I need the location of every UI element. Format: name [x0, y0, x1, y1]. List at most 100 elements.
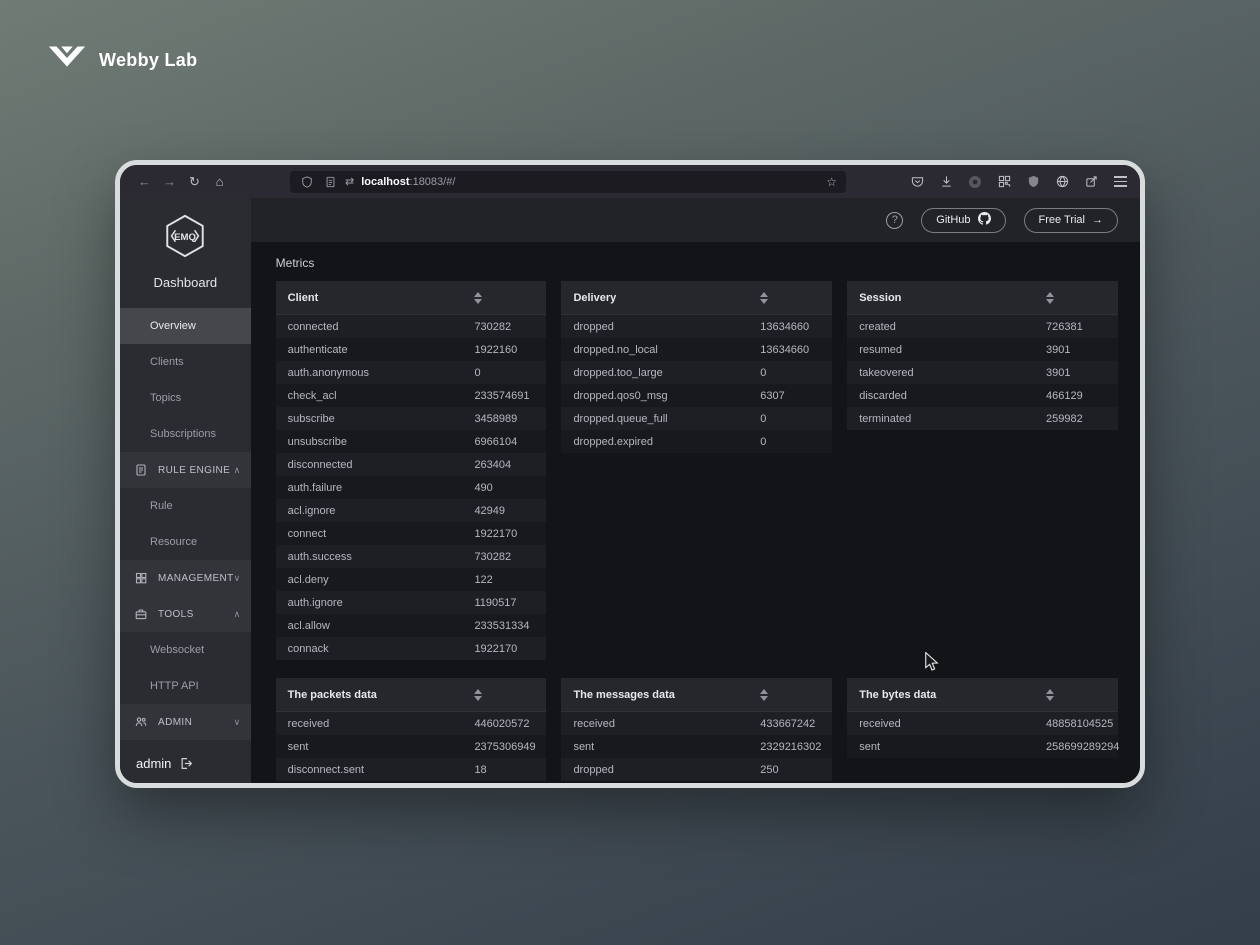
- menu-icon[interactable]: [1112, 174, 1128, 190]
- table-row: auth.anonymous0: [276, 361, 547, 384]
- free-trial-button[interactable]: Free Trial →: [1024, 208, 1118, 233]
- browser-window: ← → ↻ ⌂ ⇄ localhost:18083/#/ ☆: [115, 160, 1145, 788]
- share-extension-icon[interactable]: [1083, 174, 1099, 190]
- metric-value: 250: [760, 764, 832, 776]
- table-title: Client: [288, 292, 475, 304]
- chevron-up-icon: ∧: [234, 609, 241, 620]
- help-icon[interactable]: ?: [886, 212, 903, 229]
- metric-value: 730282: [474, 321, 546, 333]
- sidebar-item-topics[interactable]: Topics: [120, 380, 251, 416]
- chevron-down-icon: ∨: [234, 573, 241, 584]
- metric-name: check_acl: [288, 390, 475, 402]
- metric-name: sent: [573, 741, 760, 753]
- metric-value: 0: [474, 367, 546, 379]
- sidebar-item-rule[interactable]: Rule: [120, 488, 251, 524]
- sort-icon[interactable]: [760, 689, 770, 701]
- downloads-icon[interactable]: [938, 174, 954, 190]
- metric-value: 730282: [474, 551, 546, 563]
- url-host: localhost: [361, 176, 409, 188]
- sidebar-item-label: HTTP API: [150, 680, 199, 692]
- metric-name: acl.allow: [288, 620, 475, 632]
- sort-icon[interactable]: [760, 292, 770, 304]
- table-body: received433667242sent2329216302dropped25…: [561, 712, 832, 781]
- sidebar-item-label: TOOLS: [158, 609, 194, 620]
- metric-name: dropped.no_local: [573, 344, 760, 356]
- metric-value: 1190517: [474, 597, 546, 609]
- main-area: ? GitHub Free Trial → Metrics Clientconn…: [251, 198, 1140, 783]
- metric-name: dropped: [573, 321, 760, 333]
- table-row: auth.ignore1190517: [276, 591, 547, 614]
- metric-value: 466129: [1046, 390, 1118, 402]
- metric-value: 446020572: [474, 718, 546, 730]
- sidebar-menu: OverviewClientsTopicsSubscriptionsRULE E…: [120, 308, 251, 740]
- table-row: received48858104525: [847, 712, 1118, 735]
- qr-extension-icon[interactable]: [996, 174, 1012, 190]
- table-row: authenticate1922160: [276, 338, 547, 361]
- table-body: received446020572sent2375306949disconnec…: [276, 712, 547, 781]
- sidebar-item-clients[interactable]: Clients: [120, 344, 251, 380]
- switch-icon[interactable]: ⇄: [345, 175, 354, 188]
- sidebar-item-admin[interactable]: ADMIN∨: [120, 704, 251, 740]
- sort-icon[interactable]: [474, 292, 484, 304]
- table-body: connected730282authenticate1922160auth.a…: [276, 315, 547, 660]
- sidebar-item-resource[interactable]: Resource: [120, 524, 251, 560]
- table-title: The bytes data: [859, 689, 1046, 701]
- metrics-table-delivery: Deliverydropped13634660dropped.no_local1…: [561, 281, 832, 453]
- user-footer[interactable]: admin: [120, 743, 251, 783]
- table-row: resumed3901: [847, 338, 1118, 361]
- sidebar-item-websocket[interactable]: Websocket: [120, 632, 251, 668]
- globe-extension-icon[interactable]: [1054, 174, 1070, 190]
- sidebar-item-subscriptions[interactable]: Subscriptions: [120, 416, 251, 452]
- metric-value: 6307: [760, 390, 832, 402]
- metric-value: 490: [474, 482, 546, 494]
- github-button[interactable]: GitHub: [921, 208, 1005, 233]
- url-text[interactable]: localhost:18083/#/: [361, 176, 455, 188]
- back-icon[interactable]: ←: [132, 174, 157, 189]
- metric-name: received: [859, 718, 1046, 730]
- metric-name: sent: [288, 741, 475, 753]
- metric-name: sent: [859, 741, 1046, 753]
- sidebar-item-management[interactable]: MANAGEMENT∨: [120, 560, 251, 596]
- table-row: connect1922170: [276, 522, 547, 545]
- chevron-up-icon: ∧: [234, 465, 241, 476]
- metric-value: 6966104: [474, 436, 546, 448]
- url-path: :18083/#/: [410, 176, 456, 188]
- shield-extension-icon[interactable]: [1025, 174, 1041, 190]
- table-body: dropped13634660dropped.no_local13634660d…: [561, 315, 832, 453]
- metric-name: auth.ignore: [288, 597, 475, 609]
- bookmark-star-icon[interactable]: ☆: [826, 175, 837, 189]
- metric-value: 258699289294: [1046, 741, 1118, 753]
- metric-name: auth.failure: [288, 482, 475, 494]
- sidebar-item-tools[interactable]: TOOLS ∧: [120, 596, 251, 632]
- pocket-icon[interactable]: [909, 174, 925, 190]
- sort-icon[interactable]: [1046, 292, 1056, 304]
- home-icon[interactable]: ⌂: [207, 174, 232, 189]
- forward-icon[interactable]: →: [157, 174, 182, 189]
- emq-logo[interactable]: EMQ: [120, 198, 251, 264]
- sidebar-item-rule-engine[interactable]: RULE ENGINE∧: [120, 452, 251, 488]
- chevron-down-icon: ∨: [234, 717, 241, 728]
- metric-value: 0: [760, 436, 832, 448]
- table-header: The messages data: [561, 678, 832, 712]
- sidebar: EMQ Dashboard OverviewClientsTopicsSubsc…: [120, 198, 251, 783]
- sort-icon[interactable]: [1046, 689, 1056, 701]
- metric-value: 48858104525: [1046, 718, 1118, 730]
- table-row: dropped.queue_full0: [561, 407, 832, 430]
- metrics-table-session: Sessioncreated726381resumed3901takeovere…: [847, 281, 1118, 430]
- tracking-shield-icon[interactable]: [299, 174, 315, 190]
- table-row: terminated259982: [847, 407, 1118, 430]
- sort-icon[interactable]: [474, 689, 484, 701]
- reload-icon[interactable]: ↻: [182, 174, 207, 190]
- sidebar-item-overview[interactable]: Overview: [120, 308, 251, 344]
- account-extension-icon[interactable]: [967, 174, 983, 190]
- table-title: The packets data: [288, 689, 475, 701]
- logout-icon[interactable]: [180, 757, 197, 770]
- metric-value: 3458989: [474, 413, 546, 425]
- admin-icon: [135, 716, 152, 728]
- url-bar[interactable]: ⇄ localhost:18083/#/ ☆: [290, 171, 846, 193]
- page-info-icon[interactable]: [322, 174, 338, 190]
- metric-value: 13634660: [760, 321, 832, 333]
- webby-lab-logo-icon: [46, 42, 88, 79]
- sidebar-item-http-api[interactable]: HTTP API: [120, 668, 251, 704]
- table-row: connected730282: [276, 315, 547, 338]
